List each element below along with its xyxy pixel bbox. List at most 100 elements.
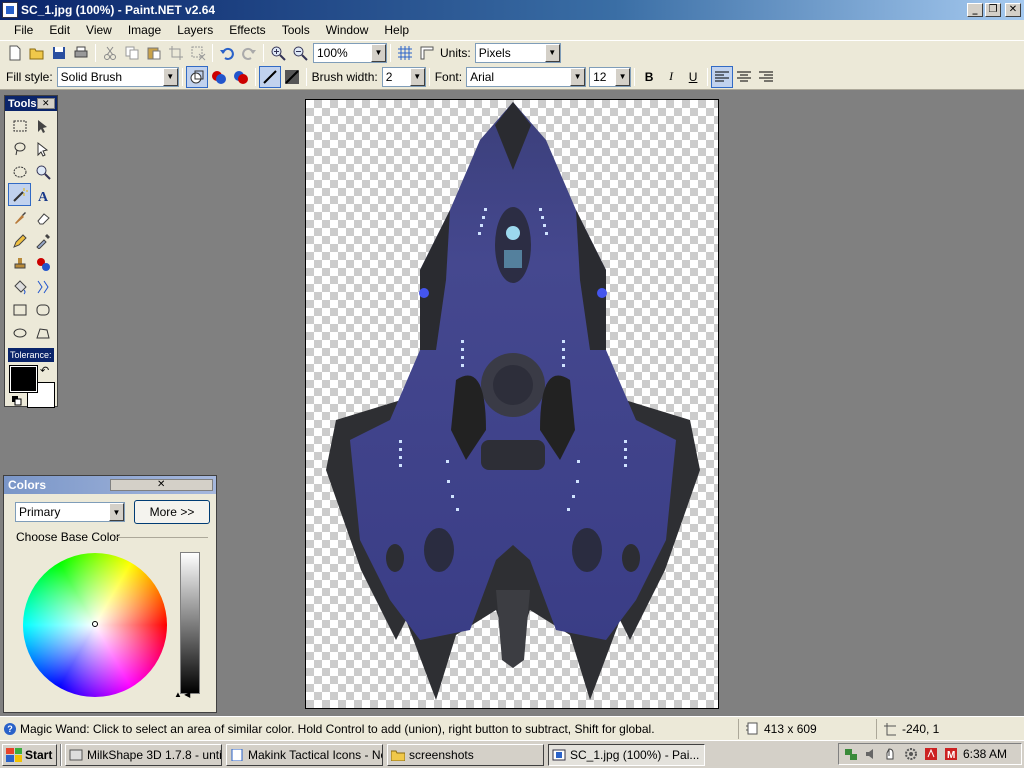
volume-icon[interactable] bbox=[863, 746, 879, 762]
chevron-down-icon[interactable]: ▼ bbox=[371, 43, 386, 62]
font-combo[interactable]: Arial ▼ bbox=[466, 66, 587, 87]
new-file-icon[interactable] bbox=[4, 42, 26, 64]
menu-help[interactable]: Help bbox=[376, 23, 417, 37]
chevron-down-icon[interactable]: ▼ bbox=[615, 67, 631, 86]
gear-icon[interactable] bbox=[903, 746, 919, 762]
colors-window-close-button[interactable]: ✕ bbox=[109, 479, 213, 491]
move-selection-tool-icon[interactable] bbox=[31, 114, 54, 137]
selection-mode-union-icon[interactable] bbox=[208, 66, 230, 88]
bold-button[interactable]: B bbox=[638, 66, 660, 88]
ellipse-select-tool-icon[interactable] bbox=[8, 160, 31, 183]
print-icon[interactable] bbox=[70, 42, 92, 64]
freeform-shape-tool-icon[interactable] bbox=[31, 321, 54, 344]
swap-colors-icon[interactable]: ↶ bbox=[40, 364, 49, 377]
task-paint-net[interactable]: SC_1.jpg (100%) - Pai... bbox=[548, 743, 705, 766]
rectangle-select-tool-icon[interactable] bbox=[8, 114, 31, 137]
align-left-icon[interactable] bbox=[711, 65, 734, 88]
antialiasing-off-icon[interactable] bbox=[281, 66, 303, 88]
chevron-down-icon[interactable]: ▼ bbox=[162, 67, 178, 86]
deselect-icon[interactable] bbox=[187, 42, 209, 64]
value-slider[interactable] bbox=[180, 552, 200, 694]
undo-icon[interactable] bbox=[216, 42, 238, 64]
antivirus-icon[interactable]: M bbox=[943, 746, 959, 762]
align-center-icon[interactable] bbox=[733, 66, 755, 88]
lock-icon[interactable] bbox=[923, 746, 939, 762]
palette-select[interactable]: Primary ▼ bbox=[15, 502, 125, 522]
zoom-out-icon[interactable] bbox=[289, 42, 311, 64]
toolbar-separator bbox=[95, 43, 96, 62]
crop-to-selection-icon[interactable] bbox=[165, 42, 187, 64]
move-selected-tool-icon[interactable] bbox=[31, 137, 54, 160]
save-icon[interactable] bbox=[48, 42, 70, 64]
menu-effects[interactable]: Effects bbox=[221, 23, 273, 37]
paste-icon[interactable] bbox=[143, 42, 165, 64]
menu-window[interactable]: Window bbox=[318, 23, 377, 37]
rulers-icon[interactable] bbox=[416, 42, 438, 64]
minimize-button[interactable]: _ bbox=[967, 3, 983, 17]
align-right-icon[interactable] bbox=[755, 66, 777, 88]
rectangle-tool-icon[interactable] bbox=[8, 298, 31, 321]
zoom-combo[interactable]: 100% ▼ bbox=[313, 42, 387, 63]
task-label: Makink Tactical Icons - No... bbox=[248, 747, 383, 762]
task-notepad[interactable]: Makink Tactical Icons - No... bbox=[226, 743, 383, 766]
fill-style-combo[interactable]: Solid Brush ▼ bbox=[56, 66, 179, 87]
redo-icon[interactable] bbox=[238, 42, 260, 64]
text-tool-icon[interactable]: A bbox=[31, 183, 54, 206]
paint-bucket-tool-icon[interactable] bbox=[8, 275, 31, 298]
zoom-tool-icon[interactable] bbox=[31, 160, 54, 183]
clone-stamp-tool-icon[interactable] bbox=[8, 252, 31, 275]
chevron-down-icon[interactable]: ▼ bbox=[570, 67, 586, 86]
copy-icon[interactable] bbox=[121, 42, 143, 64]
chevron-down-icon[interactable]: ▼ bbox=[409, 67, 425, 86]
pencil-tool-icon[interactable] bbox=[8, 229, 31, 252]
primary-color-swatch[interactable] bbox=[9, 365, 38, 393]
task-screenshots-folder[interactable]: screenshots bbox=[387, 743, 544, 766]
chevron-down-icon[interactable]: ▼ bbox=[544, 43, 560, 62]
task-milkshape[interactable]: MilkShape 3D 1.7.8 - untit... bbox=[65, 743, 222, 766]
menu-file[interactable]: File bbox=[6, 23, 41, 37]
menu-image[interactable]: Image bbox=[120, 23, 169, 37]
paint-net-app-icon[interactable] bbox=[2, 2, 18, 18]
tools-window-close-button[interactable]: ✕ bbox=[36, 98, 55, 109]
color-wheel-marker[interactable] bbox=[92, 621, 98, 627]
maximize-button[interactable]: ❐ bbox=[985, 3, 1001, 17]
recolor-tool-icon[interactable] bbox=[31, 252, 54, 275]
units-combo[interactable]: Pixels ▼ bbox=[474, 42, 561, 63]
mouse-icon[interactable] bbox=[883, 746, 899, 762]
tools-window-titlebar[interactable]: Tools ✕ bbox=[5, 96, 57, 111]
chevron-down-icon[interactable]: ▼ bbox=[109, 503, 124, 521]
menu-tools[interactable]: Tools bbox=[274, 23, 318, 37]
tolerance-slider[interactable]: Tolerance: bbox=[8, 348, 54, 362]
colors-window-titlebar[interactable]: Colors ✕ bbox=[4, 476, 216, 494]
selection-mode-exclude-icon[interactable] bbox=[230, 66, 252, 88]
start-button[interactable]: Start bbox=[2, 743, 57, 766]
open-folder-icon[interactable] bbox=[26, 42, 48, 64]
reset-colors-icon[interactable] bbox=[12, 396, 22, 406]
italic-button[interactable]: I bbox=[660, 66, 682, 88]
paintbrush-tool-icon[interactable] bbox=[8, 206, 31, 229]
brush-width-combo[interactable]: 2 ▼ bbox=[381, 66, 426, 87]
underline-button[interactable]: U bbox=[682, 66, 704, 88]
gradient-tool-icon[interactable] bbox=[31, 275, 54, 298]
image-canvas[interactable] bbox=[305, 99, 719, 709]
network-icon[interactable] bbox=[843, 746, 859, 762]
cut-icon[interactable] bbox=[99, 42, 121, 64]
close-button[interactable]: ✕ bbox=[1005, 3, 1021, 17]
more-colors-button[interactable]: More >> bbox=[134, 500, 210, 524]
selection-mode-replace-icon[interactable] bbox=[185, 65, 208, 88]
magic-wand-tool-icon[interactable] bbox=[8, 183, 31, 206]
menu-edit[interactable]: Edit bbox=[41, 23, 78, 37]
pixel-grid-icon[interactable] bbox=[394, 42, 416, 64]
font-size-combo[interactable]: 12 ▼ bbox=[589, 66, 632, 87]
clock[interactable]: 6:38 AM bbox=[963, 747, 1007, 761]
slider-arrow-icon[interactable]: ▲ ◀ bbox=[174, 690, 190, 699]
menu-layers[interactable]: Layers bbox=[169, 23, 221, 37]
zoom-in-icon[interactable] bbox=[267, 42, 289, 64]
antialiasing-on-icon[interactable] bbox=[258, 65, 281, 88]
color-picker-tool-icon[interactable] bbox=[31, 229, 54, 252]
rounded-rectangle-tool-icon[interactable] bbox=[31, 298, 54, 321]
eraser-tool-icon[interactable] bbox=[31, 206, 54, 229]
lasso-select-tool-icon[interactable] bbox=[8, 137, 31, 160]
ellipse-tool-icon[interactable] bbox=[8, 321, 31, 344]
menu-view[interactable]: View bbox=[78, 23, 120, 37]
